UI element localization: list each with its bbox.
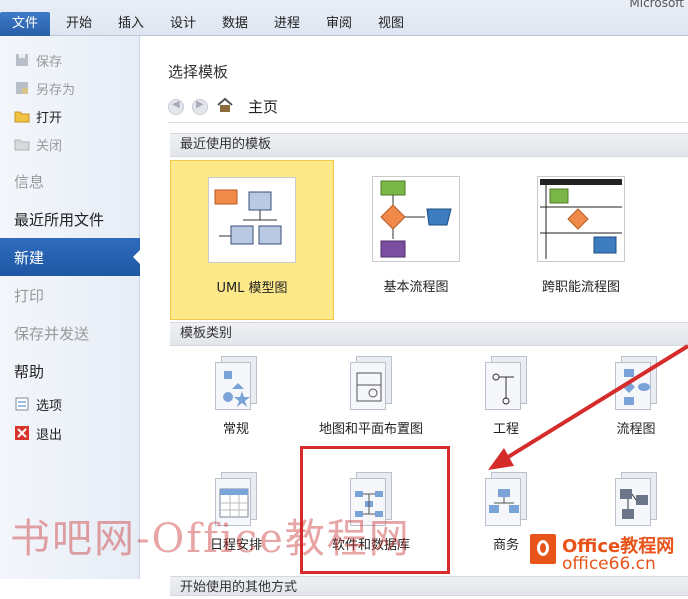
site-watermark: 书吧网-Office教程网 <box>10 516 411 562</box>
office-logo-icon <box>530 534 556 564</box>
office-logo-watermark: Office教程网 office66.cn <box>530 532 688 578</box>
other-ways-header: 开始使用的其他方式 <box>170 576 688 596</box>
logo-line2: office66.cn <box>562 554 656 574</box>
